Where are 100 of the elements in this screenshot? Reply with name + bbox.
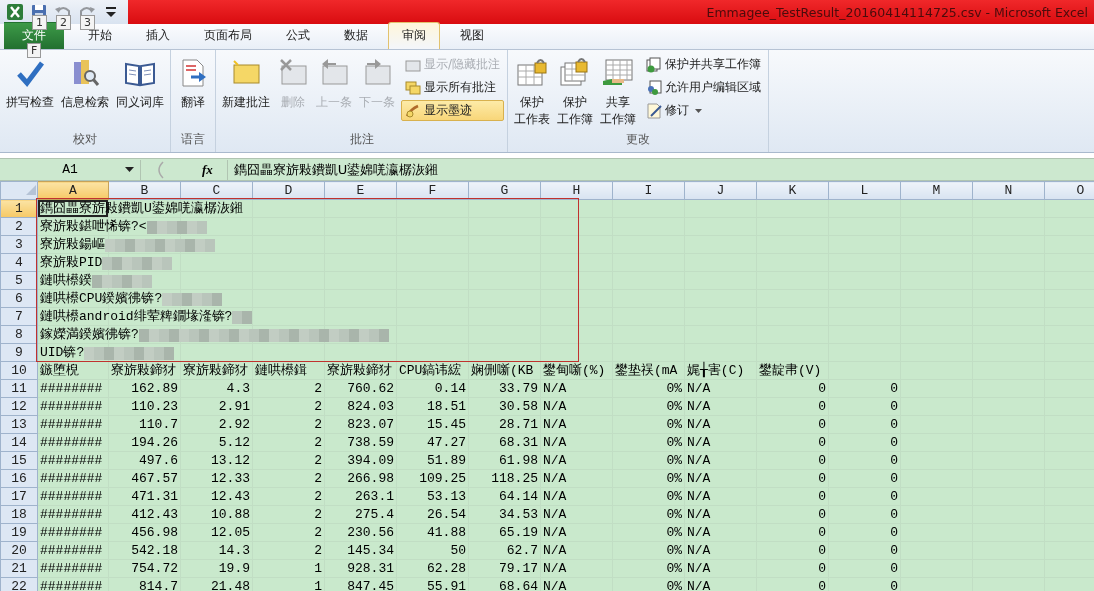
ribbon-button[interactable]: 信息检索 <box>58 54 112 114</box>
cell-text: 12.33 <box>211 471 250 486</box>
column-header[interactable]: A <box>37 181 109 200</box>
column-header[interactable]: F <box>396 181 469 200</box>
cell-text: 0 <box>890 525 898 540</box>
cell-text: 497.6 <box>139 453 178 468</box>
column-header[interactable]: H <box>540 181 613 200</box>
column-header[interactable]: J <box>684 181 757 200</box>
cell-text: 814.7 <box>139 579 178 591</box>
cell-text: 34.53 <box>499 507 538 522</box>
ribbon-tab[interactable]: 数据 <box>330 22 382 49</box>
cell-text: 0 <box>818 453 826 468</box>
sheet-lock-icon <box>516 57 549 89</box>
cell-text: 0 <box>818 417 826 432</box>
group-label: 批注 <box>348 131 375 148</box>
cell-text: 鏃堕棿 <box>40 363 79 378</box>
cell-text: 0.14 <box>434 381 466 396</box>
cell-text: 14.3 <box>218 543 250 558</box>
cell-text: 0% <box>666 489 682 504</box>
column-header[interactable]: B <box>108 181 181 200</box>
cell-text: 79.17 <box>499 561 538 576</box>
column-header[interactable]: O <box>1044 181 1094 200</box>
ribbon-tab[interactable]: 插入 <box>132 22 184 49</box>
cell-text: N/A <box>687 525 711 540</box>
cell-text: 娴侀噺(KB <box>471 363 534 378</box>
ribbon-button[interactable]: 共享 工作簿 <box>597 54 640 131</box>
cell-text: 61.98 <box>499 453 538 468</box>
cell-text: CPU鎬讳綋 <box>399 363 462 378</box>
cell-text: 5.12 <box>218 435 250 450</box>
keytip-tooltip: 3 <box>80 15 95 30</box>
keytip-tooltip: 1 <box>32 15 47 30</box>
cell-text: N/A <box>687 381 711 396</box>
cell-text: 275.4 <box>355 507 394 522</box>
cell-text: 2.91 <box>218 399 250 414</box>
cell-text: 鏈哄櫒鍨 <box>40 273 92 288</box>
cell-text: N/A <box>543 525 567 540</box>
cell-text: 4.3 <box>226 381 250 396</box>
ribbon-button[interactable]: 修订 <box>642 100 766 121</box>
document-pen-icon <box>646 102 663 119</box>
cell-text: 824.03 <box>347 399 394 414</box>
insert-function-button[interactable]: fx <box>198 161 217 178</box>
cell-text: ######## <box>40 417 103 432</box>
ribbon-button[interactable]: 显示墨迹 <box>401 100 505 121</box>
column-header[interactable]: I <box>612 181 685 200</box>
ribbon-button[interactable]: 保护并共享工作簿 <box>642 54 766 75</box>
cell-text: 1 <box>314 561 322 576</box>
ribbon-tab[interactable]: 页面布局 <box>190 22 266 49</box>
cell-text: 寮旂敤鍚嶇 <box>40 237 105 252</box>
ribbon-tab[interactable]: 审阅 <box>388 22 440 49</box>
ribbon-button[interactable]: 保护 工作表 <box>511 54 554 131</box>
ribbon-tab[interactable]: 公式 <box>272 22 324 49</box>
cell-text: 0% <box>666 507 682 522</box>
column-header[interactable]: G <box>468 181 541 200</box>
cell-text: 2 <box>314 381 322 396</box>
cell-text: 0 <box>818 399 826 414</box>
column-header[interactable]: N <box>972 181 1045 200</box>
column-header[interactable]: K <box>756 181 829 200</box>
ribbon-button[interactable]: 翻译 <box>174 54 212 114</box>
cell-text: UID锛? <box>40 345 85 360</box>
cell-text: 145.34 <box>347 543 394 558</box>
spreadsheet-logo-icon[interactable] <box>6 3 24 21</box>
ribbon-button[interactable]: 新建批注 <box>219 54 273 114</box>
stacked-notes-icon <box>405 79 421 96</box>
cell-text: 0 <box>890 381 898 396</box>
cell-text: 41.88 <box>427 525 466 540</box>
cell-text: 162.89 <box>131 381 178 396</box>
cell-text: N/A <box>687 417 711 432</box>
column-header[interactable]: E <box>324 181 397 200</box>
caret-icon <box>125 167 134 172</box>
cell-text: ######## <box>40 489 103 504</box>
cell-text: 55.91 <box>427 579 466 591</box>
column-header[interactable]: M <box>900 181 973 200</box>
column-header[interactable]: D <box>252 181 325 200</box>
cell-text: 寮旂敤鍗犲 <box>111 363 176 378</box>
cell-text: N/A <box>543 381 567 396</box>
cell-text: 30.58 <box>499 399 538 414</box>
column-header[interactable]: L <box>828 181 901 200</box>
cell-text: 0% <box>666 417 682 432</box>
cell-text: ######## <box>40 381 103 396</box>
ribbon-button[interactable]: 保护 工作簿 <box>554 54 597 131</box>
cell-text: ######## <box>40 453 103 468</box>
cell-text: 鏈哄櫒CPU鍨嬪彿锛? <box>40 291 163 306</box>
cell-text: 鐢甸噺(%) <box>543 363 606 378</box>
formula-field[interactable]: 鐫囧畾寮旂敤鐨凱U鍙婂唴瀛樼洃鎺 <box>226 159 1094 180</box>
select-all-icon <box>26 185 36 195</box>
cell-text: 娓╁害(C) <box>687 363 745 378</box>
cell-text: 0 <box>818 435 826 450</box>
ribbon-tab[interactable]: 视图 <box>446 22 498 49</box>
column-header[interactable]: C <box>180 181 253 200</box>
ribbon-button[interactable]: 同义词库 <box>113 54 167 114</box>
cell-text: ######## <box>40 561 103 576</box>
cell-text: 2 <box>314 471 322 486</box>
ribbon-button[interactable]: 允许用户编辑区域 <box>642 77 766 98</box>
cell-text: 68.31 <box>499 435 538 450</box>
cell-text: 0 <box>890 435 898 450</box>
ribbon-button[interactable]: 显示所有批注 <box>401 77 505 98</box>
cell-text: 738.59 <box>347 435 394 450</box>
cell-text: 62.28 <box>427 561 466 576</box>
cell-text: 0 <box>818 381 826 396</box>
cell-text: 266.98 <box>347 471 394 486</box>
